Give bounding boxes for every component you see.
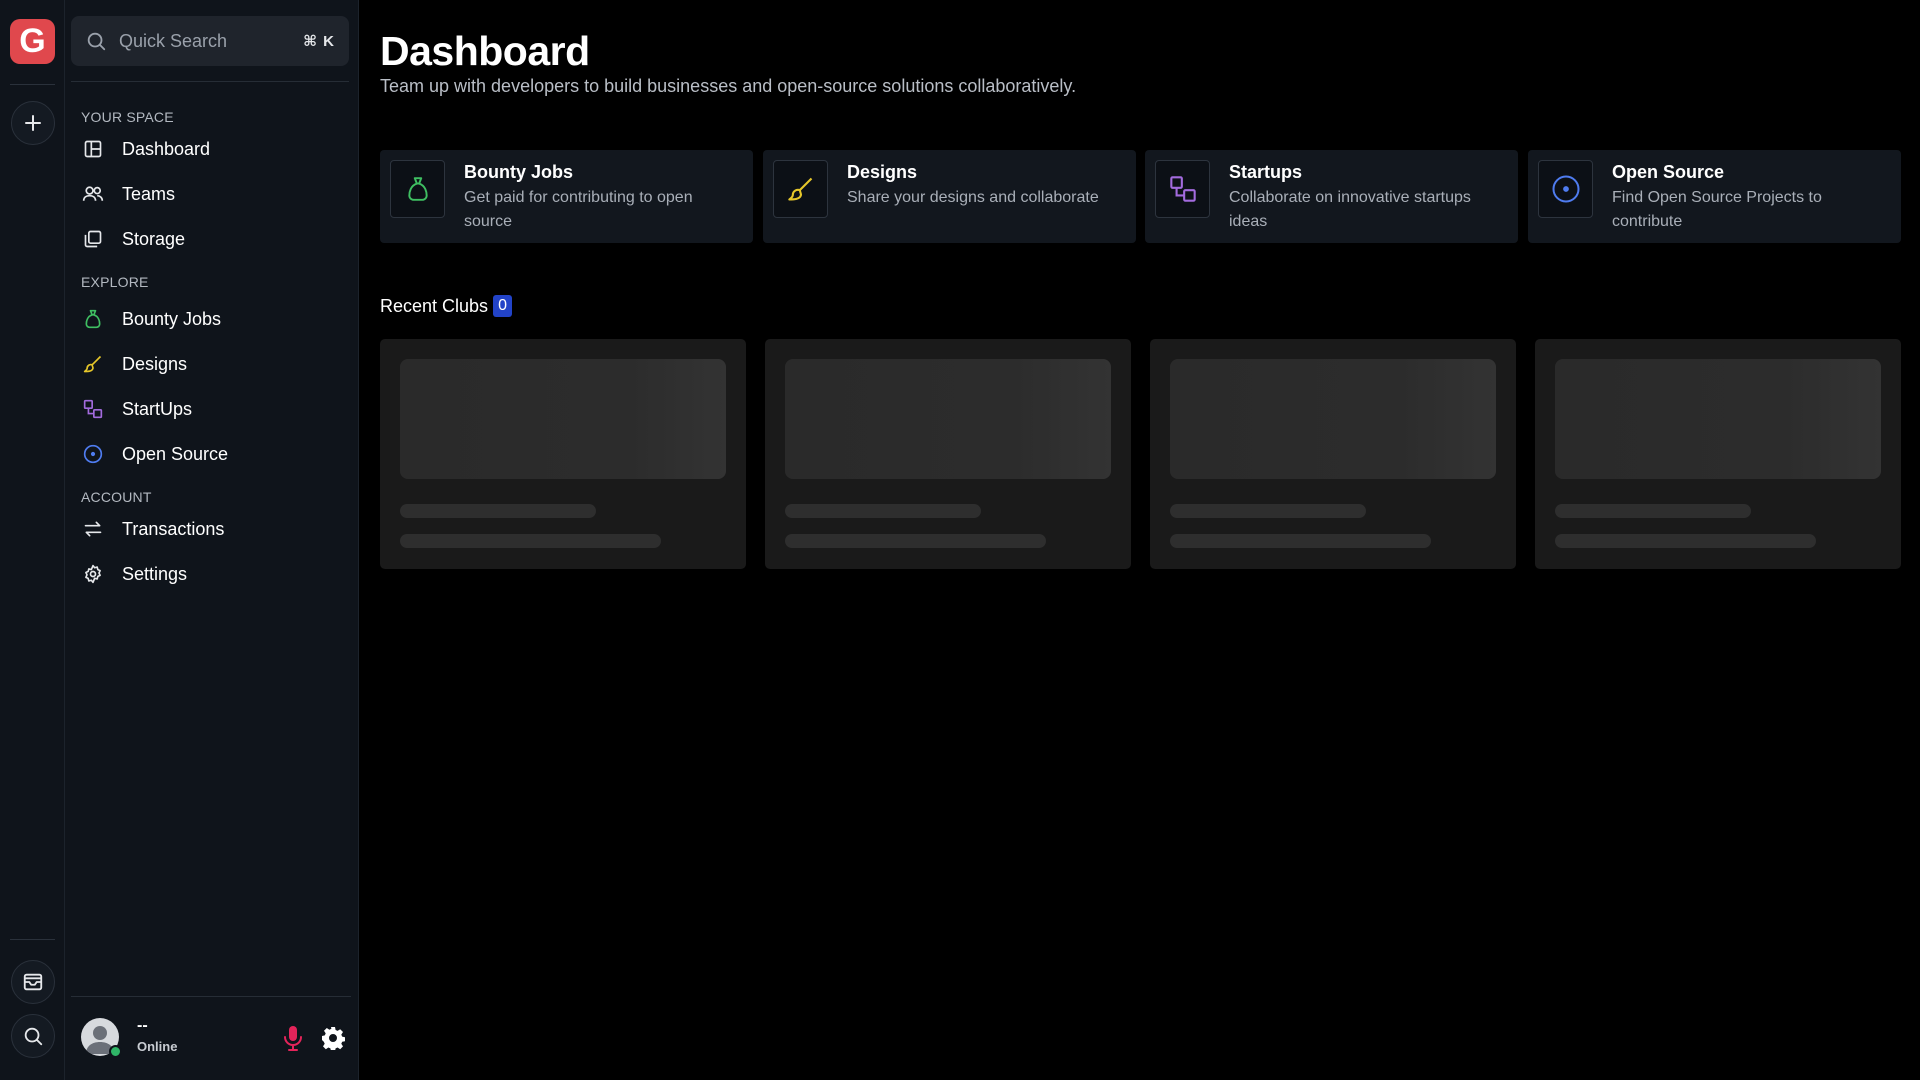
sidebar-item-storage[interactable]: Storage — [81, 221, 341, 257]
user-settings-button[interactable] — [320, 1025, 346, 1051]
recent-clubs-label: Recent Clubs — [380, 295, 489, 316]
user-name: -- — [137, 1017, 148, 1034]
feature-card-title: Startups — [1229, 162, 1303, 182]
explore-search-button[interactable] — [11, 1014, 55, 1058]
brush-icon — [773, 160, 828, 218]
skeleton-line — [785, 534, 1046, 548]
skeleton-line — [1170, 534, 1431, 548]
skeleton-line — [1170, 504, 1366, 518]
feature-card-bounty-jobs[interactable]: Bounty Jobs Get paid for contributing to… — [380, 150, 753, 243]
startup-icon — [81, 397, 105, 421]
app-logo[interactable]: G — [10, 19, 55, 64]
sidebar-item-label: Open Source — [122, 443, 229, 464]
sidebar-item-bounty-jobs[interactable]: Bounty Jobs — [81, 301, 341, 337]
layout-icon — [81, 137, 105, 161]
search-placeholder: Quick Search — [119, 30, 228, 51]
sidebar-item-label: Settings — [122, 563, 188, 584]
settings-icon — [81, 562, 105, 586]
search-icon — [24, 1027, 43, 1046]
microphone-button[interactable] — [281, 1023, 305, 1053]
feature-card-description: Collaborate on innovative startups ideas — [1229, 189, 1471, 230]
sidebar-item-label: Transactions — [122, 518, 225, 539]
skeleton-line — [400, 504, 596, 518]
sidebar-item-designs[interactable]: Designs — [81, 346, 341, 382]
app-root: G Quick Search ⌘ K YOUR SPACE Dashboard … — [0, 0, 1920, 1080]
search-icon — [87, 32, 106, 51]
sidebar: Quick Search ⌘ K YOUR SPACE Dashboard Te… — [65, 0, 359, 1080]
sidebar-divider — [71, 81, 349, 82]
section-label-your-space: YOUR SPACE — [81, 109, 174, 125]
gear-icon — [322, 1027, 345, 1050]
feature-card-open-source[interactable]: Open Source Find Open Source Projects to… — [1528, 150, 1901, 243]
inbox-button[interactable] — [11, 960, 55, 1004]
sidebar-item-label: Teams — [122, 183, 176, 204]
quick-search-input[interactable]: Quick Search ⌘ K — [71, 16, 349, 66]
club-card-skeleton — [1535, 339, 1901, 569]
feature-card-title: Open Source — [1612, 162, 1725, 182]
club-card-skeleton — [1150, 339, 1516, 569]
sidebar-item-dashboard[interactable]: Dashboard — [81, 131, 341, 167]
sidebar-item-startups[interactable]: StartUps — [81, 391, 341, 427]
club-card-skeleton — [380, 339, 746, 569]
feature-card-title: Designs — [847, 162, 918, 182]
server-rail: G — [0, 0, 65, 1080]
sidebar-item-transactions[interactable]: Transactions — [81, 511, 341, 547]
sidebar-item-label: Storage — [122, 228, 186, 249]
startup-icon — [1155, 160, 1210, 218]
plus-icon — [25, 115, 41, 131]
inbox-icon — [23, 973, 43, 991]
user-panel: -- Online — [71, 996, 351, 1080]
feature-card-description: Get paid for contributing to open source — [464, 189, 693, 230]
user-status: Online — [137, 1039, 178, 1054]
feature-card-description: Find Open Source Projects to contribute — [1612, 189, 1822, 230]
club-card-skeleton — [765, 339, 1131, 569]
feature-card-description: Share your designs and collaborate — [847, 189, 1099, 206]
money-bag-icon — [390, 160, 445, 218]
page-title: Dashboard — [380, 28, 590, 74]
open-source-icon — [81, 442, 105, 466]
sidebar-item-label: Designs — [122, 353, 188, 374]
add-server-button[interactable] — [11, 101, 55, 145]
rail-divider — [10, 939, 55, 940]
money-bag-icon — [81, 307, 105, 331]
skeleton-image — [400, 359, 726, 479]
sidebar-item-label: Bounty Jobs — [122, 308, 222, 329]
skeleton-line — [1555, 504, 1751, 518]
recent-clubs-heading: Recent Clubs 0 — [380, 295, 512, 317]
skeleton-line — [400, 534, 661, 548]
rail-divider — [10, 84, 55, 85]
open-source-icon — [1538, 160, 1593, 218]
skeleton-image — [785, 359, 1111, 479]
brush-icon — [81, 352, 105, 376]
feature-card-startups[interactable]: Startups Collaborate on innovative start… — [1145, 150, 1518, 243]
transfer-icon — [81, 517, 105, 541]
page-subtitle: Team up with developers to build busines… — [380, 76, 1077, 96]
sidebar-item-teams[interactable]: Teams — [81, 176, 341, 212]
skeleton-line — [785, 504, 981, 518]
skeleton-image — [1555, 359, 1881, 479]
feature-card-designs[interactable]: Designs Share your designs and collabora… — [763, 150, 1136, 243]
sidebar-item-open-source[interactable]: Open Source — [81, 436, 341, 472]
users-icon — [81, 182, 105, 206]
section-label-account: ACCOUNT — [81, 489, 152, 505]
section-label-explore: EXPLORE — [81, 274, 149, 290]
feature-card-title: Bounty Jobs — [464, 162, 574, 182]
sidebar-item-label: Dashboard — [122, 138, 211, 159]
microphone-icon — [284, 1026, 302, 1051]
shortcut-hint: ⌘ K — [303, 33, 335, 50]
online-status-dot — [109, 1045, 122, 1058]
skeleton-image — [1170, 359, 1496, 479]
sidebar-item-settings[interactable]: Settings — [81, 556, 341, 592]
sidebar-item-label: StartUps — [122, 398, 193, 419]
recent-clubs-count-badge: 0 — [493, 295, 512, 317]
storage-icon — [81, 227, 105, 251]
skeleton-line — [1555, 534, 1816, 548]
